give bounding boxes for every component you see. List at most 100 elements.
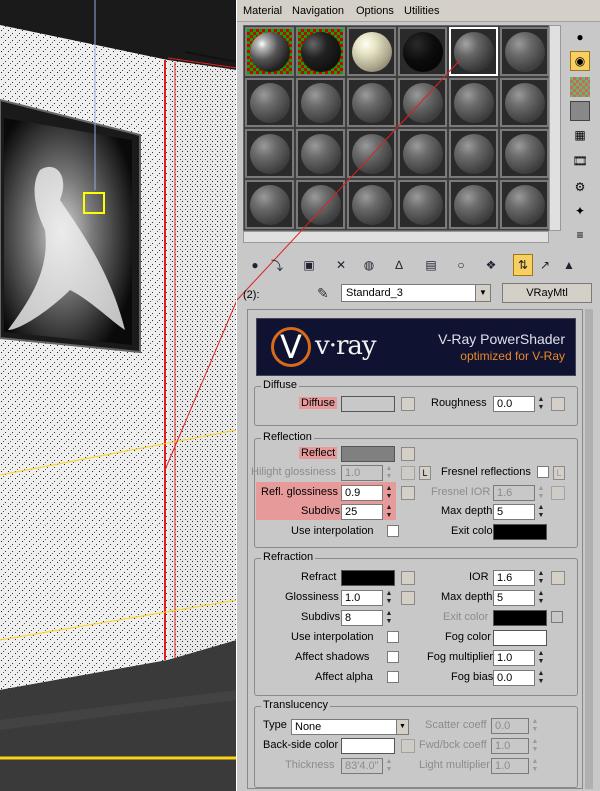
refl-use-interpolation-checkbox[interactable] <box>387 525 399 537</box>
refl-subdivs-field[interactable]: 25 <box>341 504 383 520</box>
viewport-3d[interactable] <box>0 0 237 791</box>
refr-glossiness-map-button[interactable] <box>401 591 415 605</box>
panel-scrollbar[interactable] <box>585 309 593 789</box>
fresnel-lock-button[interactable]: L <box>553 466 565 480</box>
light-multiplier-label: Light multiplier <box>419 759 490 771</box>
go-forward-icon[interactable]: ↗ <box>535 254 555 276</box>
diffuse-map-button[interactable] <box>401 397 415 411</box>
back-side-color-label: Back-side color <box>263 739 339 751</box>
fresnel-ior-map-button[interactable] <box>551 486 565 500</box>
refr-glossiness-spinner[interactable]: ▲ ▼ <box>384 590 394 606</box>
refl-exit-color-swatch[interactable] <box>493 524 547 540</box>
refract-map-button[interactable] <box>401 571 415 585</box>
put-to-library-icon[interactable]: ∆ <box>389 254 409 276</box>
fog-multiplier-spinner[interactable]: ▲ ▼ <box>536 650 546 666</box>
translucency-group: Translucency Type None ▼ Scatter coeff 0… <box>254 699 578 788</box>
options-icon[interactable]: ⚙ <box>570 177 590 197</box>
fresnel-ior-spinner[interactable]: ▲ ▼ <box>536 485 546 501</box>
back-side-color-swatch[interactable] <box>341 738 395 754</box>
make-unique-icon[interactable]: ◍ <box>359 254 379 276</box>
fwd-bck-coeff-spinner[interactable]: ▲ ▼ <box>530 738 540 754</box>
refr-exit-color-swatch[interactable] <box>493 610 547 626</box>
refr-use-interpolation-checkbox[interactable] <box>387 631 399 643</box>
hilight-glossiness-field[interactable]: 1.0 <box>341 465 383 481</box>
scatter-coeff-spinner[interactable]: ▲ ▼ <box>530 718 540 734</box>
reflection-group-label: Reflection <box>261 431 314 443</box>
thickness-field[interactable]: 83'4.0" <box>341 758 383 774</box>
thickness-spinner[interactable]: ▲ ▼ <box>384 758 394 774</box>
select-by-material-icon[interactable]: ✦ <box>570 201 590 221</box>
sphere-icon[interactable]: ● <box>570 27 590 47</box>
chevron-down-icon[interactable]: ▼ <box>396 720 408 734</box>
video-color-check-icon[interactable]: ▦ <box>570 125 590 145</box>
refr-max-depth-spinner[interactable]: ▲ ▼ <box>536 590 546 606</box>
refr-exit-color-checkbox[interactable] <box>551 611 563 623</box>
refr-subdivs-field[interactable]: 8 <box>341 610 383 626</box>
banner-subtitle: optimized for V-Ray <box>460 349 565 363</box>
diffuse-group-label: Diffuse <box>261 379 300 391</box>
fresnel-ior-field[interactable]: 1.6 <box>493 485 535 501</box>
fog-bias-spinner[interactable]: ▲ ▼ <box>536 670 546 686</box>
refl-glossiness-spinner[interactable]: ▲ ▼ <box>384 485 394 501</box>
refr-max-depth-field[interactable]: 5 <box>493 590 535 606</box>
checker-background-icon[interactable] <box>570 77 590 97</box>
roughness-map-button[interactable] <box>551 397 565 411</box>
refr-glossiness-field[interactable]: 1.0 <box>341 590 383 606</box>
reset-map-icon[interactable]: ✕ <box>331 254 351 276</box>
backlight-icon[interactable]: ◉ <box>570 51 590 71</box>
fwd-bck-coeff-field[interactable]: 1.0 <box>491 738 529 754</box>
fog-multiplier-field[interactable]: 1.0 <box>493 650 535 666</box>
fog-color-swatch[interactable] <box>493 630 547 646</box>
scatter-coeff-field[interactable]: 0.0 <box>491 718 529 734</box>
lock-button[interactable]: L <box>419 466 431 480</box>
slot-number-label: (2): <box>243 289 260 301</box>
refract-color-swatch[interactable] <box>341 570 395 586</box>
refl-max-depth-spinner[interactable]: ▲ ▼ <box>536 504 546 520</box>
go-to-parent-icon[interactable]: ⇅ <box>513 254 533 276</box>
fog-bias-field[interactable]: 0.0 <box>493 670 535 686</box>
scatter-coeff-label: Scatter coeff <box>425 719 487 731</box>
roughness-field[interactable]: 0.0 <box>493 396 535 412</box>
affect-alpha-checkbox[interactable] <box>387 671 399 683</box>
material-name-field[interactable]: Standard_3 <box>341 284 491 302</box>
hilight-map-button[interactable] <box>401 466 415 480</box>
assign-to-selection-icon[interactable]: ▣ <box>299 254 319 276</box>
hilight-glossiness-spinner[interactable]: ▲ ▼ <box>384 465 394 481</box>
material-effects-channel-icon[interactable]: ▤ <box>421 254 441 276</box>
light-multiplier-spinner[interactable]: ▲ ▼ <box>530 758 540 774</box>
translucency-type-dropdown[interactable]: None ▼ <box>291 719 409 735</box>
eyedropper-icon[interactable]: ✎ <box>317 285 329 302</box>
ior-spinner[interactable]: ▲ ▼ <box>536 570 546 586</box>
reflect-map-button[interactable] <box>401 447 415 461</box>
refl-glossiness-field[interactable]: 0.9 <box>341 485 383 501</box>
fresnel-reflections-label: Fresnel reflections <box>441 466 531 478</box>
put-to-scene-icon[interactable]: ⤵ <box>267 254 287 276</box>
vray-logo-icon <box>271 327 311 367</box>
affect-shadows-checkbox[interactable] <box>387 651 399 663</box>
refl-subdivs-label: Subdivs <box>301 505 341 517</box>
refl-subdivs-spinner[interactable]: ▲ ▼ <box>384 504 394 520</box>
sample-uv-icon[interactable] <box>570 101 590 121</box>
material-navigator-icon[interactable]: ≡ <box>570 225 590 245</box>
diffuse-color-swatch[interactable] <box>341 396 395 412</box>
material-type-button[interactable]: VRayMtl <box>502 283 592 303</box>
thickness-label: Thickness <box>285 759 335 771</box>
reflect-color-swatch[interactable] <box>341 446 395 462</box>
refr-subdivs-spinner[interactable]: ▲ ▼ <box>384 610 394 626</box>
refl-max-depth-field[interactable]: 5 <box>493 504 535 520</box>
show-map-icon[interactable]: ○ <box>451 254 471 276</box>
make-preview-icon[interactable]: 🎞 <box>570 151 590 171</box>
roughness-spinner[interactable]: ▲ ▼ <box>536 396 546 412</box>
ior-map-button[interactable] <box>551 571 565 585</box>
chevron-down-icon[interactable]: ▼ <box>475 284 491 302</box>
material-navigator-forward-icon[interactable]: ▲ <box>559 254 579 276</box>
get-material-icon[interactable]: ● <box>245 254 265 276</box>
refl-glossiness-map-button[interactable] <box>401 486 415 500</box>
back-side-map-button[interactable] <box>401 739 415 753</box>
show-end-result-icon[interactable]: ❖ <box>481 254 501 276</box>
light-multiplier-field[interactable]: 1.0 <box>491 758 529 774</box>
ior-field[interactable]: 1.6 <box>493 570 535 586</box>
material-editor-window: Material Navigation Options Utilities ● … <box>236 0 600 791</box>
fresnel-reflections-checkbox[interactable] <box>537 466 549 478</box>
vray-parameters-panel: v·ray V-Ray PowerShader optimized for V-… <box>247 309 583 789</box>
